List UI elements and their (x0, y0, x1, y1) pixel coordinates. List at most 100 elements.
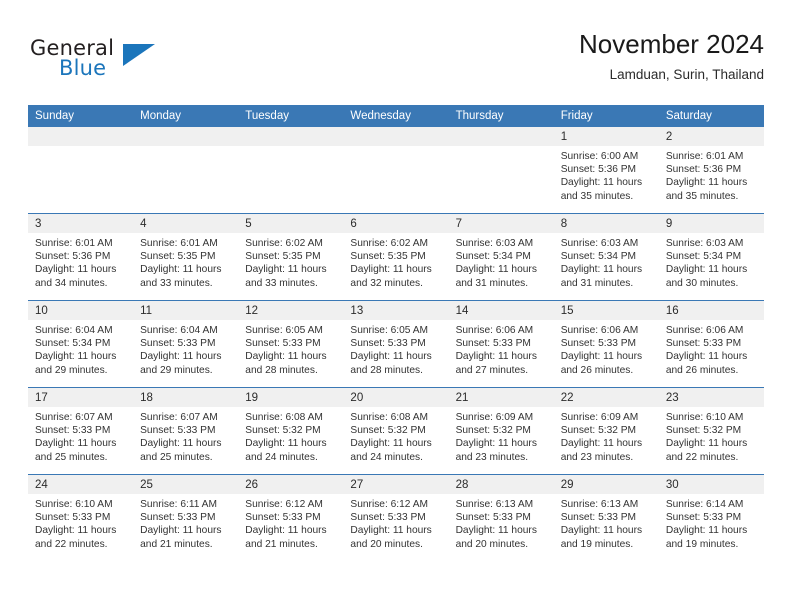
calendar-day-cell[interactable]: 12 Sunrise: 6:05 AM Sunset: 5:33 PM Dayligh… (238, 300, 344, 388)
sunset-text: Sunset: 5:32 PM (455, 425, 531, 437)
calendar-day-cell[interactable]: 29 Sunrise: 6:13 AM Sunset: 5:33 PM Dayligh… (553, 474, 659, 561)
calendar-day-cell[interactable]: 7 Sunrise: 6:03 AM Sunset: 5:34 PM Daylight… (448, 213, 554, 301)
sunrise-text: Sunrise: 6:07 AM (140, 412, 218, 423)
sunrise-text: Sunrise: 6:06 AM (560, 325, 639, 336)
daylight-text-line1: Daylight: 11 hours (665, 525, 748, 537)
calendar-day-cell[interactable]: 27 Sunrise: 6:12 AM Sunset: 5:33 PM Dayligh… (343, 474, 449, 561)
calendar-cell-inner: 19 Sunrise: 6:08 AM Sunset: 5:32 PM Dayligh… (238, 388, 344, 474)
calendar-cell-empty (238, 127, 344, 214)
sunset-text: Sunset: 5:33 PM (140, 338, 216, 350)
calendar-cell-inner: 7 Sunrise: 6:03 AM Sunset: 5:34 PM Daylight… (448, 214, 554, 300)
calendar-cell-inner: 27 Sunrise: 6:12 AM Sunset: 5:33 PM Dayligh… (343, 475, 449, 561)
daylight-text-line2: and 22 minutes. (665, 451, 739, 463)
calendar-day-cell[interactable]: 9 Sunrise: 6:03 AM Sunset: 5:34 PM Daylight… (658, 213, 764, 301)
calendar-day-cell[interactable]: 3 Sunrise: 6:01 AM Sunset: 5:36 PM Daylight… (28, 213, 134, 301)
calendar-day-cell[interactable]: 15 Sunrise: 6:06 AM Sunset: 5:33 PM Dayligh… (553, 300, 659, 388)
daylight-text-line2: and 29 minutes. (35, 364, 108, 376)
calendar-cell-inner: 3 Sunrise: 6:01 AM Sunset: 5:36 PM Daylight… (28, 214, 134, 300)
day-number: 29 (553, 475, 659, 494)
calendar-day-cell[interactable]: 19 Sunrise: 6:08 AM Sunset: 5:32 PM Dayligh… (238, 387, 344, 475)
day-sun-info: Sunrise: 6:04 AM Sunset: 5:34 PM Daylight:… (28, 320, 133, 377)
sunset-text: Sunset: 5:36 PM (35, 251, 111, 263)
sunset-text: Sunset: 5:33 PM (35, 512, 111, 524)
calendar-week-row: 3 Sunrise: 6:01 AM Sunset: 5:36 PM Daylight… (28, 213, 764, 301)
calendar-cell-empty (28, 127, 134, 214)
sunrise-text: Sunrise: 6:08 AM (350, 412, 429, 423)
calendar-cell-inner: 8 Sunrise: 6:03 AM Sunset: 5:34 PM Daylight… (553, 214, 659, 300)
day-sun-info: Sunrise: 6:09 AM Sunset: 5:32 PM Daylight:… (449, 407, 554, 464)
calendar-day-cell[interactable]: 10 Sunrise: 6:04 AM Sunset: 5:34 PM Dayligh… (28, 300, 134, 388)
page-title: November 2024 (579, 29, 764, 59)
daylight-text-line2: and 32 minutes. (350, 277, 423, 289)
calendar-day-cell[interactable]: 1 Sunrise: 6:00 AM Sunset: 5:36 PM Daylight… (553, 127, 659, 214)
day-number (238, 127, 344, 146)
daylight-text-line1: Daylight: 11 hours (245, 351, 327, 363)
day-sun-info: Sunrise: 6:02 AM Sunset: 5:35 PM Daylight:… (343, 233, 448, 290)
day-sun-info: Sunrise: 6:03 AM Sunset: 5:34 PM Daylight:… (449, 233, 554, 290)
brand-logo[interactable]: General Blue (28, 36, 228, 88)
day-number: 16 (658, 301, 764, 320)
calendar-day-cell[interactable]: 28 Sunrise: 6:13 AM Sunset: 5:33 PM Dayligh… (448, 474, 554, 561)
daylight-text-line2: and 19 minutes. (665, 538, 739, 550)
day-sun-info: Sunrise: 6:12 AM Sunset: 5:33 PM Daylight:… (343, 494, 448, 551)
calendar-day-cell[interactable]: 5 Sunrise: 6:02 AM Sunset: 5:35 PM Daylight… (238, 213, 344, 301)
calendar-day-cell[interactable]: 6 Sunrise: 6:02 AM Sunset: 5:35 PM Daylight… (343, 213, 449, 301)
calendar-day-cell[interactable]: 16 Sunrise: 6:06 AM Sunset: 5:33 PM Dayligh… (658, 300, 764, 388)
day-number: 22 (553, 388, 659, 407)
calendar-header-row: Sunday Monday Tuesday Wednesday Thursday… (28, 105, 764, 127)
calendar-day-cell[interactable]: 4 Sunrise: 6:01 AM Sunset: 5:35 PM Daylight… (133, 213, 239, 301)
blue-triangle-icon (123, 44, 155, 66)
calendar-day-cell[interactable]: 26 Sunrise: 6:12 AM Sunset: 5:33 PM Dayligh… (238, 474, 344, 561)
daylight-text-line2: and 21 minutes. (140, 538, 213, 550)
daylight-text-line1: Daylight: 11 hours (350, 264, 432, 276)
day-number: 11 (133, 301, 239, 320)
sunset-text: Sunset: 5:33 PM (560, 338, 637, 350)
daylight-text-line1: Daylight: 11 hours (245, 438, 327, 450)
daylight-text-line2: and 23 minutes. (455, 451, 529, 463)
calendar-day-cell[interactable]: 8 Sunrise: 6:03 AM Sunset: 5:34 PM Daylight… (553, 213, 659, 301)
calendar-day-cell[interactable]: 24 Sunrise: 6:10 AM Sunset: 5:33 PM Dayligh… (28, 474, 134, 561)
calendar-cell-inner: 26 Sunrise: 6:12 AM Sunset: 5:33 PM Dayligh… (238, 475, 344, 561)
sunrise-text: Sunrise: 6:12 AM (350, 499, 429, 510)
calendar-day-cell[interactable]: 11 Sunrise: 6:04 AM Sunset: 5:33 PM Dayligh… (133, 300, 239, 388)
daylight-text-line2: and 33 minutes. (245, 277, 318, 289)
calendar-day-cell[interactable]: 2 Sunrise: 6:01 AM Sunset: 5:36 PM Daylight… (658, 127, 764, 214)
calendar-cell-inner: 25 Sunrise: 6:11 AM Sunset: 5:33 PM Dayligh… (133, 475, 239, 561)
sunrise-text: Sunrise: 6:13 AM (560, 499, 639, 510)
calendar-week-row: 17 Sunrise: 6:07 AM Sunset: 5:33 PM Dayligh… (28, 387, 764, 475)
sunset-text: Sunset: 5:32 PM (245, 425, 321, 437)
day-number: 14 (448, 301, 554, 320)
daylight-text-line2: and 25 minutes. (140, 451, 213, 463)
daylight-text-line2: and 35 minutes. (560, 190, 634, 202)
day-number: 5 (238, 214, 344, 233)
calendar-day-cell[interactable]: 23 Sunrise: 6:10 AM Sunset: 5:32 PM Dayligh… (658, 387, 764, 475)
calendar-day-cell[interactable]: 21 Sunrise: 6:09 AM Sunset: 5:32 PM Dayligh… (448, 387, 554, 475)
daylight-text-line2: and 26 minutes. (560, 364, 634, 376)
daylight-text-line2: and 23 minutes. (560, 451, 634, 463)
calendar-day-cell[interactable]: 25 Sunrise: 6:11 AM Sunset: 5:33 PM Dayligh… (133, 474, 239, 561)
calendar-day-cell[interactable]: 14 Sunrise: 6:06 AM Sunset: 5:33 PM Dayligh… (448, 300, 554, 388)
sunrise-text: Sunrise: 6:01 AM (665, 151, 744, 162)
sunrise-text: Sunrise: 6:11 AM (140, 499, 217, 510)
sunset-text: Sunset: 5:33 PM (455, 512, 531, 524)
brand-name-blue: Blue (59, 56, 107, 80)
calendar-cell-inner (133, 127, 239, 213)
sunrise-text: Sunrise: 6:13 AM (455, 499, 534, 510)
calendar-day-cell[interactable]: 22 Sunrise: 6:09 AM Sunset: 5:32 PM Dayligh… (553, 387, 659, 475)
calendar-day-cell[interactable]: 20 Sunrise: 6:08 AM Sunset: 5:32 PM Dayligh… (343, 387, 449, 475)
day-sun-info: Sunrise: 6:01 AM Sunset: 5:36 PM Daylight:… (28, 233, 133, 290)
sunrise-text: Sunrise: 6:10 AM (665, 412, 744, 423)
day-sun-info: Sunrise: 6:11 AM Sunset: 5:33 PM Daylight:… (133, 494, 238, 551)
calendar-week-row: 10 Sunrise: 6:04 AM Sunset: 5:34 PM Dayligh… (28, 300, 764, 388)
day-number: 27 (343, 475, 449, 494)
calendar-day-cell[interactable]: 18 Sunrise: 6:07 AM Sunset: 5:33 PM Dayligh… (133, 387, 239, 475)
calendar-day-cell[interactable]: 30 Sunrise: 6:14 AM Sunset: 5:33 PM Dayligh… (658, 474, 764, 561)
calendar-day-cell[interactable]: 13 Sunrise: 6:05 AM Sunset: 5:33 PM Dayligh… (343, 300, 449, 388)
daylight-text-line1: Daylight: 11 hours (665, 177, 748, 189)
daylight-text-line2: and 22 minutes. (35, 538, 108, 550)
sunset-text: Sunset: 5:33 PM (350, 338, 426, 350)
calendar-day-cell[interactable]: 17 Sunrise: 6:07 AM Sunset: 5:33 PM Dayligh… (28, 387, 134, 475)
calendar-cell-inner (343, 127, 449, 213)
day-number: 30 (658, 475, 764, 494)
calendar-cell-inner: 16 Sunrise: 6:06 AM Sunset: 5:33 PM Dayligh… (658, 301, 764, 387)
